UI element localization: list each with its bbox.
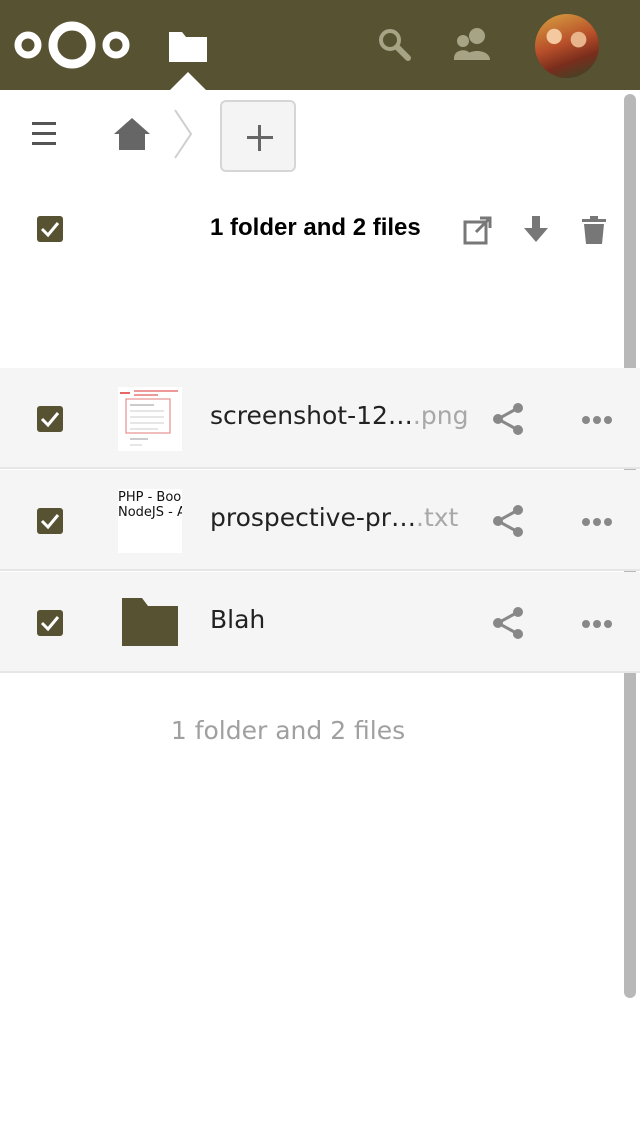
active-app-indicator — [170, 72, 206, 90]
search-icon[interactable] — [376, 26, 412, 62]
file-row[interactable]: PHP - Bool NodeJS - A prospective-pr….tx… — [0, 470, 640, 571]
new-button[interactable] — [220, 100, 296, 172]
plus-icon — [247, 125, 273, 151]
more-options-icon[interactable] — [578, 408, 616, 430]
select-all-checkbox[interactable] — [37, 216, 63, 242]
contacts-icon[interactable] — [452, 24, 492, 64]
row-checkbox[interactable] — [37, 406, 63, 432]
folder-name[interactable]: Blah — [210, 605, 265, 634]
text-thumbnail: PHP - Bool NodeJS - A — [118, 489, 182, 553]
share-icon[interactable] — [490, 504, 526, 538]
top-header — [0, 0, 640, 90]
preview-line: NodeJS - A — [118, 505, 182, 520]
file-count-summary: 1 folder and 2 files — [170, 716, 406, 745]
more-options-icon[interactable] — [578, 612, 616, 634]
row-checkbox[interactable] — [37, 508, 63, 534]
selection-summary-bar: 1 folder and 2 files — [0, 196, 620, 262]
home-icon[interactable] — [112, 116, 152, 152]
open-external-icon[interactable] — [462, 214, 494, 246]
more-options-icon[interactable] — [578, 510, 616, 532]
share-icon[interactable] — [490, 606, 526, 640]
image-thumbnail — [118, 387, 182, 451]
nextcloud-logo-icon[interactable] — [10, 16, 134, 74]
file-name[interactable]: prospective-pr….txt — [210, 503, 458, 532]
hamburger-menu-icon[interactable] — [26, 118, 62, 150]
breadcrumb-separator — [174, 109, 193, 159]
selection-summary-text: 1 folder and 2 files — [210, 214, 421, 241]
folder-row[interactable]: Blah — [0, 572, 640, 673]
preview-line: PHP - Bool — [118, 490, 182, 505]
controls-bar — [0, 90, 620, 178]
share-icon[interactable] — [490, 402, 526, 436]
trash-icon[interactable] — [578, 214, 610, 246]
file-row[interactable]: screenshot-12….png — [0, 368, 640, 469]
folder-icon — [122, 598, 178, 646]
user-avatar[interactable] — [535, 14, 599, 78]
download-icon[interactable] — [520, 214, 552, 246]
row-checkbox[interactable] — [37, 610, 63, 636]
folder-icon[interactable] — [166, 24, 210, 68]
file-name[interactable]: screenshot-12….png — [210, 401, 468, 430]
